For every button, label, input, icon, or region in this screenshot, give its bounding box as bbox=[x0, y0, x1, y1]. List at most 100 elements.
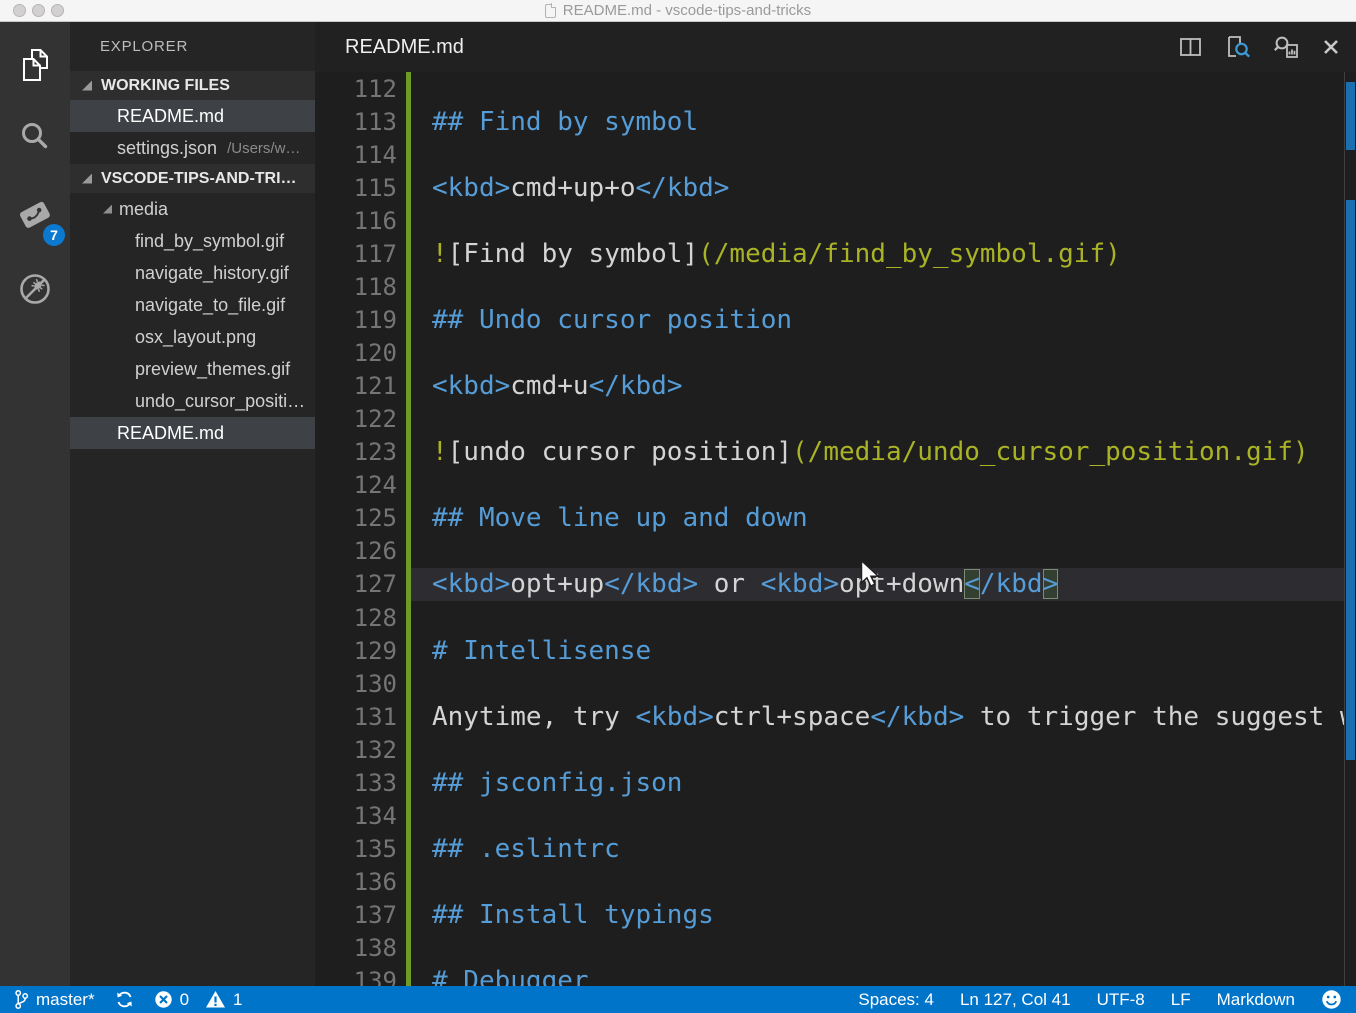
debug-icon bbox=[16, 270, 54, 308]
git-branch-indicator[interactable]: master* bbox=[14, 989, 95, 1010]
code-line[interactable]: 129# Intellisense bbox=[315, 634, 1356, 667]
git-added-gutter bbox=[406, 303, 411, 336]
code-line[interactable]: 115 <kbd>cmd+up+o</kbd> bbox=[315, 171, 1356, 204]
branch-icon bbox=[14, 989, 29, 1010]
tree-folder-item[interactable]: media bbox=[70, 193, 315, 225]
preview-side-icon[interactable] bbox=[1273, 34, 1300, 60]
folder-root-label: VSCODE-TIPS-AND-TRI… bbox=[101, 170, 297, 188]
git-added-gutter bbox=[406, 171, 411, 204]
code-text: # Intellisense bbox=[432, 636, 651, 666]
section-header-folder[interactable]: VSCODE-TIPS-AND-TRI… bbox=[70, 164, 315, 193]
code-token: # Intellisense bbox=[432, 636, 651, 666]
activity-debug[interactable] bbox=[0, 258, 70, 320]
code-token: </kbd> bbox=[589, 371, 683, 401]
code-line[interactable]: 137## Install typings bbox=[315, 899, 1356, 932]
working-file-item[interactable]: settings.json/Users/w… bbox=[70, 132, 315, 164]
tree-file-item[interactable]: find_by_symbol.gif bbox=[70, 225, 315, 257]
code-line[interactable]: 119## Undo cursor position bbox=[315, 303, 1356, 336]
git-added-gutter bbox=[406, 370, 411, 403]
code-line[interactable]: 134 bbox=[315, 799, 1356, 832]
code-line[interactable]: 130 bbox=[315, 667, 1356, 700]
code-line[interactable]: 136 bbox=[315, 866, 1356, 899]
code-line[interactable]: 126 bbox=[315, 535, 1356, 568]
code-token: ! bbox=[432, 239, 448, 269]
working-file-item[interactable]: README.md bbox=[70, 100, 315, 132]
code-token: cmd+up+o bbox=[510, 173, 635, 203]
section-header-working-files[interactable]: WORKING FILES bbox=[70, 71, 315, 100]
code-text: ## Install typings bbox=[432, 900, 714, 930]
code-line[interactable]: 121<kbd>cmd+u</kbd> bbox=[315, 370, 1356, 403]
tree-file-item[interactable]: navigate_history.gif bbox=[70, 257, 315, 289]
indent-indicator[interactable]: Spaces: 4 bbox=[858, 990, 934, 1010]
sync-button[interactable] bbox=[115, 990, 134, 1009]
tree-file-item[interactable]: osx_layout.png bbox=[70, 321, 315, 353]
code-line[interactable]: 122 bbox=[315, 403, 1356, 436]
workbench: 7 EX bbox=[0, 22, 1356, 986]
language-indicator[interactable]: Markdown bbox=[1217, 990, 1295, 1010]
feedback-smiley-icon[interactable] bbox=[1321, 989, 1342, 1010]
code-line[interactable]: 125## Move line up and down bbox=[315, 502, 1356, 535]
activity-explorer[interactable] bbox=[0, 34, 70, 96]
code-text: ## .eslintrc bbox=[432, 834, 620, 864]
line-number: 134 bbox=[315, 802, 397, 830]
code-line[interactable]: 133## jsconfig.json bbox=[315, 766, 1356, 799]
line-number: 126 bbox=[315, 537, 397, 565]
code-line[interactable]: 118 bbox=[315, 270, 1356, 303]
code-text: <kbd>cmd+up+o</kbd> bbox=[432, 173, 729, 203]
macos-titlebar: README.md - vscode-tips-and-tricks bbox=[0, 0, 1356, 22]
close-window-button[interactable] bbox=[13, 4, 26, 17]
code-line[interactable]: 138 bbox=[315, 932, 1356, 965]
open-preview-icon[interactable] bbox=[1225, 34, 1251, 60]
code-line[interactable]: 112 bbox=[315, 72, 1356, 105]
code-line[interactable]: 120 bbox=[315, 337, 1356, 370]
encoding-indicator[interactable]: UTF-8 bbox=[1097, 990, 1145, 1010]
code-token: ## Install typings bbox=[432, 900, 714, 930]
split-editor-icon[interactable] bbox=[1178, 35, 1203, 59]
code-line[interactable]: 131Anytime, try <kbd>ctrl+space</kbd> to… bbox=[315, 700, 1356, 733]
editor-file-title[interactable]: README.md bbox=[315, 36, 464, 59]
problems-indicator[interactable]: 0 1 bbox=[154, 990, 243, 1010]
minimize-window-button[interactable] bbox=[32, 4, 45, 17]
editor-content[interactable]: 112113## Find by symbol114115<kbd>cmd+up… bbox=[315, 72, 1356, 986]
activity-search[interactable] bbox=[0, 106, 70, 168]
tree-file-item[interactable]: navigate_to_file.gif bbox=[70, 289, 315, 321]
file-label: settings.json bbox=[117, 138, 217, 159]
branch-name: master* bbox=[36, 990, 95, 1010]
code-line[interactable]: 116 bbox=[315, 204, 1356, 237]
line-number: 124 bbox=[315, 471, 397, 499]
files-icon bbox=[18, 47, 52, 83]
line-number: 115 bbox=[315, 174, 397, 202]
code-line[interactable]: 117![Find by symbol](/media/find_by_symb… bbox=[315, 237, 1356, 270]
code-line[interactable]: 135## .eslintrc bbox=[315, 832, 1356, 865]
window-title-group: README.md - vscode-tips-and-tricks bbox=[545, 2, 811, 19]
window-controls bbox=[13, 4, 64, 17]
window-title: README.md - vscode-tips-and-tricks bbox=[563, 2, 811, 19]
tree-file-item[interactable]: preview_themes.gif bbox=[70, 353, 315, 385]
eol-indicator[interactable]: LF bbox=[1171, 990, 1191, 1010]
code-token: opt+up bbox=[510, 569, 604, 599]
tree-file-item[interactable]: README.md bbox=[70, 417, 315, 449]
git-added-gutter bbox=[406, 799, 411, 832]
activity-git[interactable]: 7 bbox=[0, 184, 70, 246]
cursor-position-indicator[interactable]: Ln 127, Col 41 bbox=[960, 990, 1071, 1010]
code-line[interactable]: 124 bbox=[315, 469, 1356, 502]
code-line[interactable]: 114 bbox=[315, 138, 1356, 171]
file-label: navigate_to_file.gif bbox=[135, 295, 285, 316]
git-added-gutter bbox=[406, 634, 411, 667]
zoom-window-button[interactable] bbox=[51, 4, 64, 17]
git-changes-badge: 7 bbox=[43, 224, 65, 246]
code-line[interactable]: 113## Find by symbol bbox=[315, 105, 1356, 138]
close-icon[interactable] bbox=[1322, 38, 1340, 56]
code-line[interactable]: 132 bbox=[315, 733, 1356, 766]
working-files-label: WORKING FILES bbox=[101, 77, 230, 95]
git-added-gutter bbox=[406, 105, 411, 138]
editor-scrollbar[interactable] bbox=[1344, 72, 1356, 986]
code-line[interactable]: 139# Debugger bbox=[315, 965, 1356, 986]
file-label: osx_layout.png bbox=[135, 327, 256, 348]
code-line[interactable]: 127<kbd>opt+up</kbd> or <kbd>opt+down</k… bbox=[315, 568, 1356, 601]
tree-file-item[interactable]: undo_cursor_positi… bbox=[70, 385, 315, 417]
code-line[interactable]: 128 bbox=[315, 601, 1356, 634]
code-token: <kbd> bbox=[432, 569, 510, 599]
line-number: 131 bbox=[315, 703, 397, 731]
code-line[interactable]: 123![undo cursor position](/media/undo_c… bbox=[315, 436, 1356, 469]
